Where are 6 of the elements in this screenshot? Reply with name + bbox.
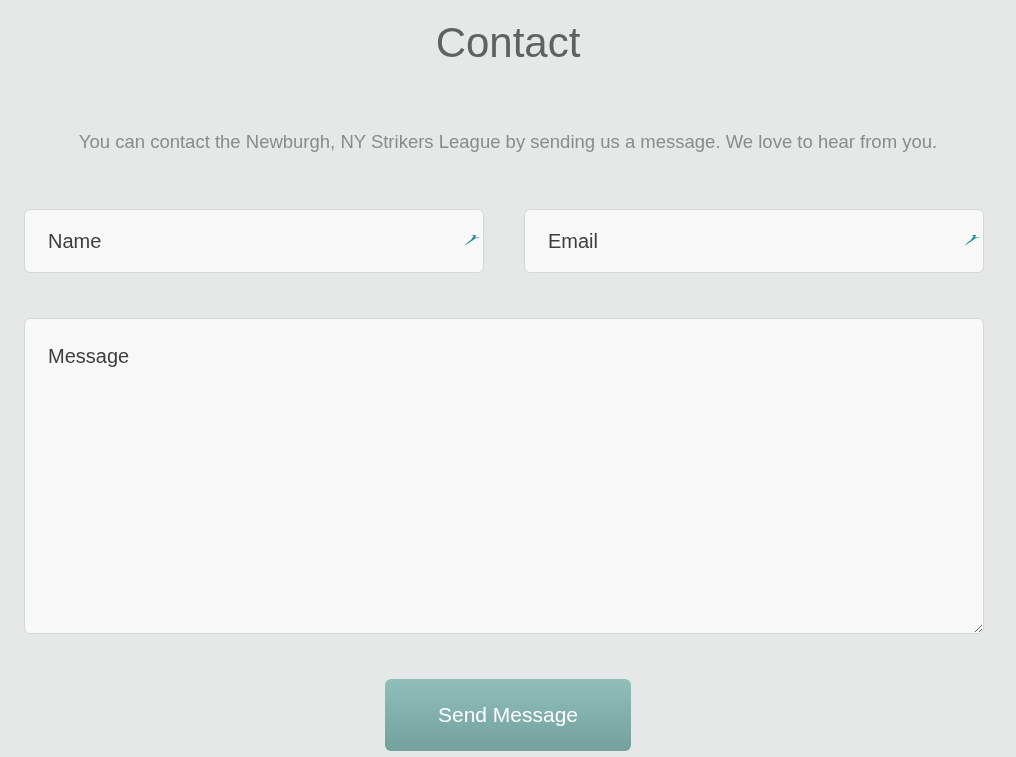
page-title: Contact bbox=[434, 18, 582, 68]
input-field[interactable]: Email bbox=[524, 209, 984, 273]
input-field[interactable]: Name bbox=[24, 209, 484, 273]
message-field[interactable]: Message bbox=[24, 318, 984, 634]
send-button[interactable]: Send Message bbox=[385, 679, 631, 751]
intro-text: You can contact the Newburgh, NY Strikers League by sending us a message. We love to hear from you. bbox=[77, 130, 939, 154]
